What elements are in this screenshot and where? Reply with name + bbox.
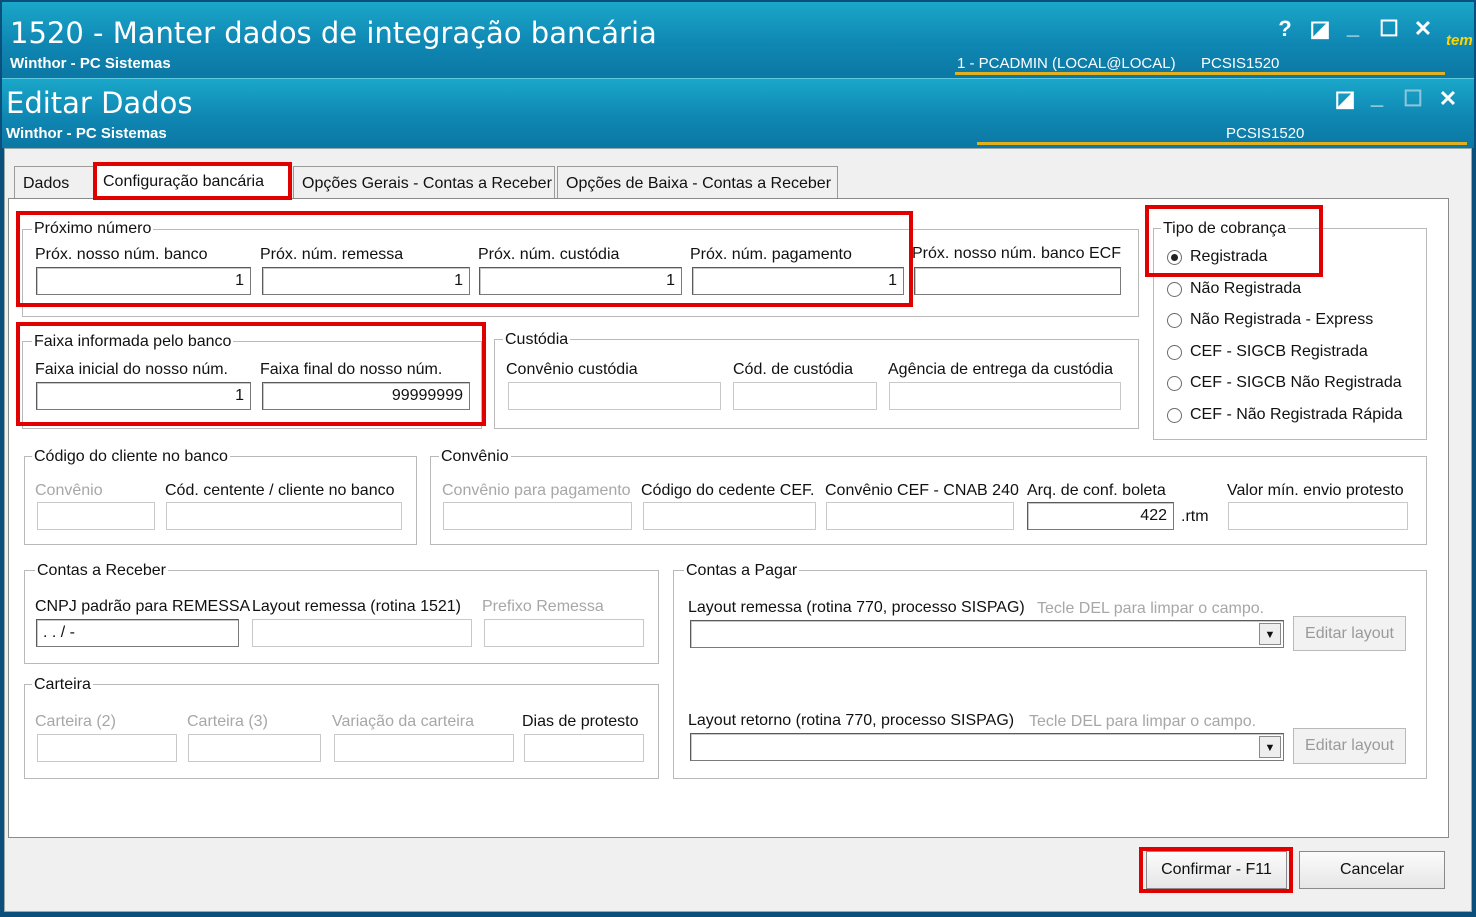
radio-nao-registrada-express[interactable] xyxy=(1167,313,1182,328)
restore-icon[interactable]: ◪ xyxy=(1305,14,1335,44)
label-arq-conf-boleta: Arq. de conf. boleta xyxy=(1027,482,1166,499)
inner-status-underline xyxy=(977,142,1467,145)
input-dias-protesto[interactable] xyxy=(524,734,644,762)
select-layout-remessa-sispag[interactable] xyxy=(690,620,1284,648)
inner-window-title: Editar Dados xyxy=(6,86,193,120)
input-carteira-2[interactable] xyxy=(37,734,177,762)
label-agencia-custodia: Agência de entrega da custódia xyxy=(888,361,1114,378)
label-convenio-custodia: Convênio custódia xyxy=(506,361,638,378)
tab-dados[interactable]: Dados xyxy=(14,166,94,200)
minimize-icon[interactable]: _ xyxy=(1338,12,1368,42)
inner-close-icon[interactable]: ✕ xyxy=(1433,84,1463,114)
label-convenio-cliente: Convênio xyxy=(35,482,103,499)
label-arq-ext: .rtm xyxy=(1181,508,1209,525)
input-convenio-cef-cnab[interactable] xyxy=(826,502,1014,530)
label-valor-min-protesto: Valor mín. envio protesto xyxy=(1227,482,1404,499)
input-valor-min-protesto[interactable] xyxy=(1228,502,1408,530)
chevron-down-icon[interactable]: ▼ xyxy=(1259,736,1281,758)
maximize-icon[interactable]: ☐ xyxy=(1374,14,1404,44)
input-prefixo-remessa[interactable] xyxy=(484,619,644,647)
input-convenio-custodia[interactable] xyxy=(508,382,721,410)
status-underline xyxy=(955,72,1445,75)
select-layout-retorno-sispag[interactable] xyxy=(690,733,1284,761)
radio-label-cef-sigcb-registrada[interactable]: CEF - SIGCB Registrada xyxy=(1190,343,1368,361)
label-layout-remessa-sispag: Layout remessa (rotina 770, processo SIS… xyxy=(688,599,1025,616)
highlight-proximo-numero xyxy=(16,211,913,307)
group-carteira xyxy=(24,684,659,779)
inner-status-code: PCSIS1520 xyxy=(1226,125,1305,142)
radio-cef-sigcb-nao-registrada[interactable] xyxy=(1167,376,1182,391)
cancel-button[interactable]: Cancelar xyxy=(1299,851,1445,889)
status-code: PCSIS1520 xyxy=(1201,55,1280,72)
label-prefixo-remessa: Prefixo Remessa xyxy=(482,598,604,615)
group-codigo-cliente xyxy=(24,456,417,545)
input-convenio-pagamento[interactable] xyxy=(443,502,632,530)
close-icon[interactable]: ✕ xyxy=(1408,14,1438,44)
label-cod-cedente-cliente: Cód. centente / cliente no banco xyxy=(165,482,395,499)
input-carteira-3[interactable] xyxy=(188,734,321,762)
edit-layout-retorno-button[interactable]: Editar layout xyxy=(1293,728,1406,764)
chevron-down-icon[interactable]: ▼ xyxy=(1259,623,1281,645)
input-convenio-cliente[interactable] xyxy=(37,502,155,530)
edge-text: tem xyxy=(1446,32,1473,49)
input-codigo-cedente-cef[interactable] xyxy=(643,502,816,530)
hint-retorno-sispag: Tecle DEL para limpar o campo. xyxy=(1029,713,1257,730)
group-contas-pagar-title: Contas a Pagar xyxy=(684,562,800,580)
status-user: 1 - PCADMIN (LOCAL@LOCAL) xyxy=(957,55,1176,72)
input-cod-custodia[interactable] xyxy=(733,382,877,410)
edit-layout-remessa-button[interactable]: Editar layout xyxy=(1293,616,1406,651)
hint-remessa-sispag: Tecle DEL para limpar o campo. xyxy=(1037,600,1265,617)
group-codigo-cliente-title: Código do cliente no banco xyxy=(32,448,230,466)
radio-label-cef-sigcb-nao-registrada[interactable]: CEF - SIGCB Não Registrada xyxy=(1190,374,1402,392)
label-layout-remessa-1521: Layout remessa (rotina 1521) xyxy=(252,598,461,615)
highlight-confirm xyxy=(1139,847,1293,893)
radio-cef-nao-registrada-rapida[interactable] xyxy=(1167,408,1182,423)
label-cod-custodia: Cód. de custódia xyxy=(733,361,854,378)
input-agencia-custodia[interactable] xyxy=(889,382,1121,410)
inner-window-subtitle: Winthor - PC Sistemas xyxy=(6,125,167,142)
label-convenio-pagamento: Convênio para pagamento xyxy=(442,482,631,499)
group-convenio-title: Convênio xyxy=(439,448,511,466)
input-cod-cedente-cliente[interactable] xyxy=(166,502,402,530)
label-prox-nosso-num-banco-ecf: Próx. nosso núm. banco ECF xyxy=(912,245,1121,262)
input-prox-nosso-num-banco-ecf[interactable] xyxy=(914,267,1121,295)
input-cnpj-remessa[interactable]: . . / - xyxy=(36,619,239,647)
label-carteira-2: Carteira (2) xyxy=(35,713,116,730)
help-icon[interactable]: ? xyxy=(1270,14,1300,44)
tab-opcoes-baixa[interactable]: Opções de Baixa - Contas a Receber xyxy=(557,166,838,200)
group-carteira-title: Carteira xyxy=(32,676,93,694)
inner-restore-icon[interactable]: ◪ xyxy=(1330,84,1360,114)
tab-opcoes-gerais[interactable]: Opções Gerais - Contas a Receber xyxy=(293,166,555,200)
radio-nao-registrada[interactable] xyxy=(1167,282,1182,297)
outer-window-subtitle: Winthor - PC Sistemas xyxy=(10,55,171,72)
label-variacao-carteira: Variação da carteira xyxy=(332,713,474,730)
label-convenio-cef-cnab: Convênio CEF - CNAB 240 xyxy=(825,482,1019,499)
label-cnpj-remessa: CNPJ padrão para REMESSA xyxy=(35,598,251,615)
input-arq-conf-boleta[interactable]: 422 xyxy=(1027,502,1174,530)
radio-label-nao-registrada[interactable]: Não Registrada xyxy=(1190,280,1301,298)
highlight-tab xyxy=(93,162,292,200)
highlight-tipo-cobranca xyxy=(1145,205,1323,277)
group-convenio xyxy=(430,456,1427,545)
radio-label-nao-registrada-express[interactable]: Não Registrada - Express xyxy=(1190,311,1373,329)
inner-maximize-icon[interactable]: ☐ xyxy=(1398,84,1428,114)
label-dias-protesto: Dias de protesto xyxy=(522,713,639,730)
label-codigo-cedente-cef: Código do cedente CEF. xyxy=(641,482,815,499)
inner-minimize-icon[interactable]: _ xyxy=(1362,82,1392,112)
input-variacao-carteira[interactable] xyxy=(334,734,514,762)
highlight-faixa xyxy=(16,322,486,426)
group-custodia-title: Custódia xyxy=(503,331,571,349)
outer-window-title: 1520 - Manter dados de integração bancár… xyxy=(10,16,657,50)
label-carteira-3: Carteira (3) xyxy=(187,713,268,730)
label-layout-retorno-sispag: Layout retorno (rotina 770, processo SIS… xyxy=(688,712,1015,729)
input-layout-remessa-1521[interactable] xyxy=(252,619,472,647)
radio-cef-sigcb-registrada[interactable] xyxy=(1167,345,1182,360)
group-contas-receber xyxy=(24,570,659,664)
radio-label-cef-nao-registrada-rapida[interactable]: CEF - Não Registrada Rápida xyxy=(1190,406,1403,424)
group-contas-receber-title: Contas a Receber xyxy=(35,562,168,580)
